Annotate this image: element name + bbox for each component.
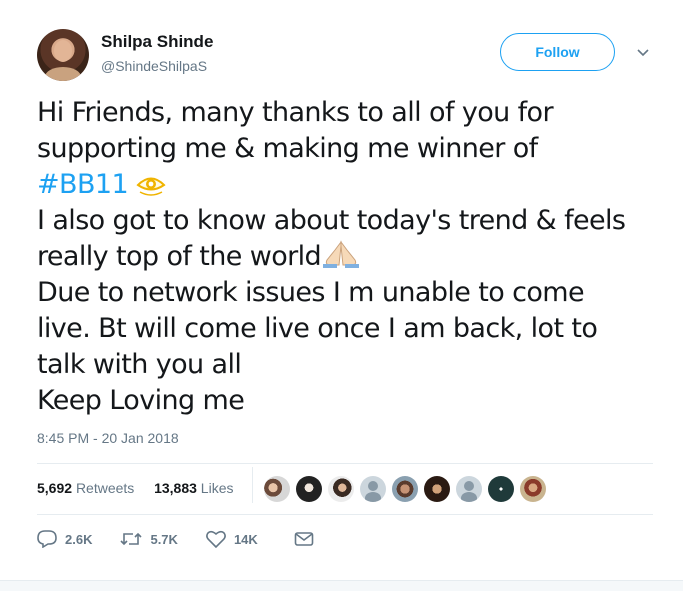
tweet-line: Due to network issues I m unable to come (37, 277, 585, 308)
author-name[interactable]: Shilpa Shinde (101, 32, 213, 52)
tweet-line: live. Bt will come live once I am back, … (37, 313, 598, 344)
direct-message-button[interactable] (294, 531, 314, 547)
author-handle[interactable]: @ShindeShilpaS (101, 58, 207, 74)
reply-count: 2.6K (65, 531, 93, 547)
default-avatar[interactable] (360, 476, 386, 502)
like-button[interactable]: 14K (206, 530, 258, 548)
tweet-text: Hi Friends, many thanks to all of you fo… (37, 95, 677, 419)
retweet-icon (120, 532, 143, 546)
liker-avatar[interactable] (424, 476, 450, 502)
divider (37, 514, 653, 515)
tweet-line: supporting me & making me winner of (37, 133, 538, 164)
tweet-stats: 5,692 Retweets 13,883 Likes (37, 480, 233, 496)
retweet-count: 5.7K (150, 531, 178, 547)
likers-avatars (264, 476, 546, 502)
retweet-button[interactable]: 5.7K (120, 531, 178, 547)
tweet-line: #BB11 (37, 167, 677, 203)
author-avatar[interactable] (37, 29, 89, 81)
tweet-timestamp[interactable]: 8:45 PM - 20 Jan 2018 (37, 430, 179, 446)
liker-avatar[interactable] (264, 476, 290, 502)
liker-avatar[interactable] (488, 476, 514, 502)
tweet-actions: 2.6K 5.7K 14K (37, 530, 314, 548)
avatar-face (54, 40, 72, 62)
tweet-line: Hi Friends, many thanks to all of you fo… (37, 97, 554, 128)
retweets-label[interactable]: Retweets (76, 480, 134, 496)
like-count: 14K (233, 531, 258, 547)
stats-divider (252, 467, 253, 503)
footer-bar (0, 580, 683, 591)
retweets-count[interactable]: 5,692 (37, 480, 72, 496)
avatar-shoulders (45, 67, 81, 81)
tweet-card: Shilpa Shinde @ShindeShilpaS Follow Hi F… (0, 0, 683, 580)
tweet-line: Keep Loving me (37, 385, 245, 416)
reply-button[interactable]: 2.6K (37, 530, 92, 548)
default-avatar[interactable] (456, 476, 482, 502)
likes-label[interactable]: Likes (201, 480, 234, 496)
liker-avatar[interactable] (392, 476, 418, 502)
hashtag-link[interactable]: #BB11 (37, 169, 129, 200)
heart-icon (206, 530, 226, 548)
chevron-down-icon[interactable] (636, 45, 650, 59)
envelope-icon (294, 532, 314, 546)
likes-count[interactable]: 13,883 (154, 480, 197, 496)
liker-avatar[interactable] (328, 476, 354, 502)
follow-button[interactable]: Follow (500, 33, 615, 71)
reply-icon (37, 530, 57, 548)
tweet-line: talk with you all (37, 349, 242, 380)
tweet-line-text: really top of the world (37, 241, 322, 272)
eye-emoji-icon (136, 177, 166, 196)
tweet-line: really top of the world (37, 239, 677, 275)
tweet-line: I also got to know about today's trend &… (37, 205, 626, 236)
divider (37, 463, 653, 464)
liker-avatar[interactable] (296, 476, 322, 502)
folded-hands-icon (323, 240, 360, 268)
liker-avatar[interactable] (520, 476, 546, 502)
